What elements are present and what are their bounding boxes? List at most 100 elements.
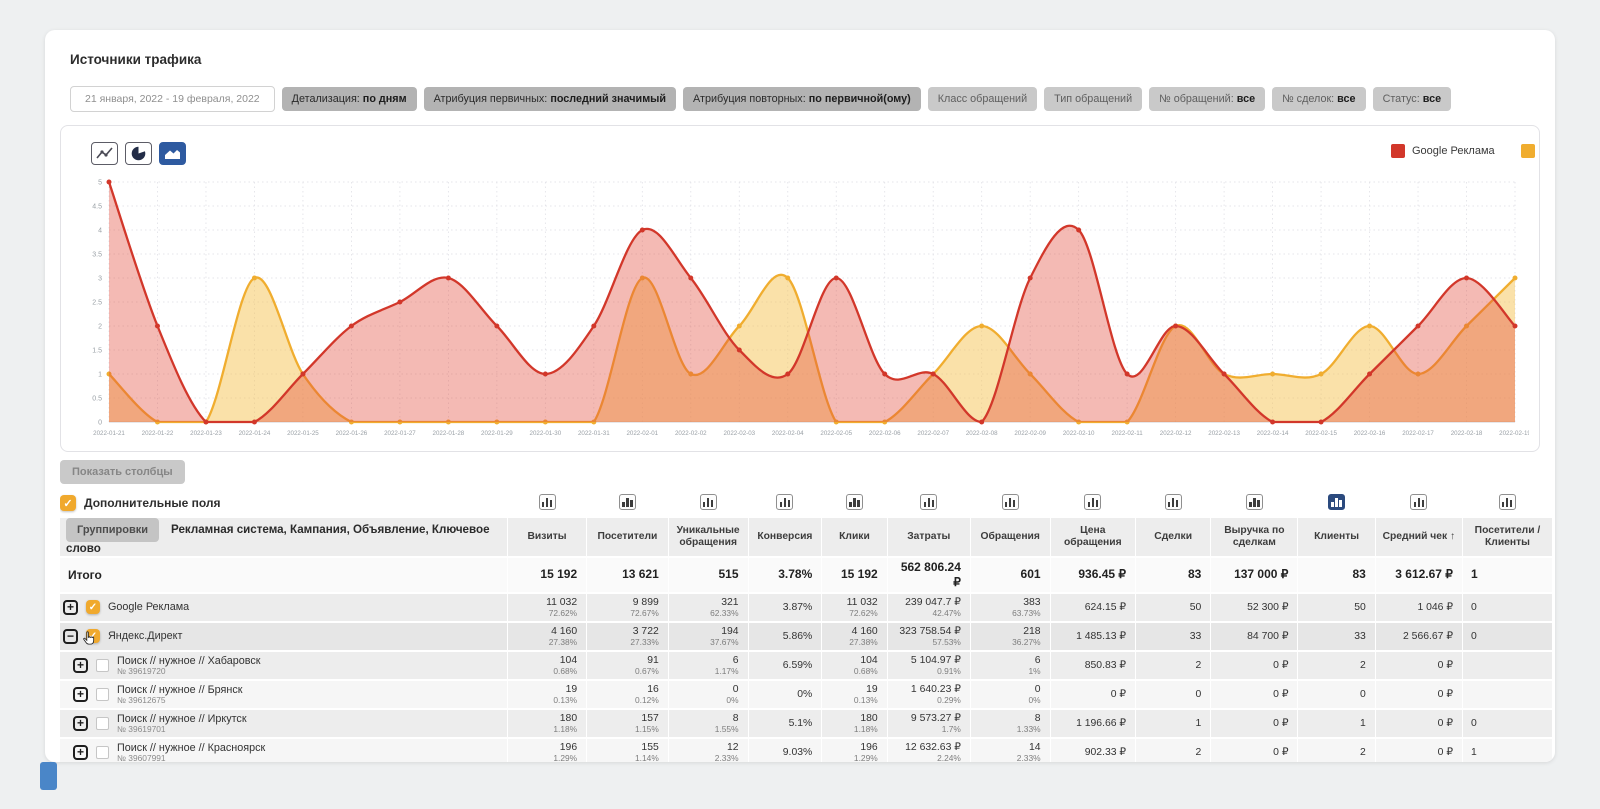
legend-item xyxy=(1521,144,1540,158)
legend-label: Google Реклама xyxy=(1412,145,1495,157)
pie-chart-icon[interactable] xyxy=(125,142,152,165)
column-header[interactable]: Посетители xyxy=(587,518,669,557)
area-chart-icon[interactable] xyxy=(159,142,186,165)
svg-text:2022-01-23: 2022-01-23 xyxy=(190,430,222,437)
svg-text:2: 2 xyxy=(98,324,102,331)
table-row[interactable]: +Поиск // нужное // Красноярск№ 39607991… xyxy=(60,738,1552,762)
column-chart-icon[interactable] xyxy=(846,494,863,510)
column-header[interactable]: Обращения xyxy=(970,518,1050,557)
column-chart-icon[interactable] xyxy=(920,494,937,510)
column-chart-icon[interactable] xyxy=(1165,494,1182,510)
column-header[interactable]: Визиты xyxy=(507,518,586,557)
svg-text:2022-01-22: 2022-01-22 xyxy=(142,430,174,437)
row-checkbox[interactable] xyxy=(96,659,109,672)
filter-button[interactable]: Статус: все xyxy=(1373,87,1452,111)
row-checkbox[interactable] xyxy=(96,688,109,701)
column-chart-icon[interactable] xyxy=(539,494,556,510)
svg-text:4.5: 4.5 xyxy=(92,204,102,211)
table-row[interactable]: +✓Google Реклама11 03272.62%9 89972.67%3… xyxy=(60,593,1552,622)
groupings-button[interactable]: Группировки xyxy=(66,518,159,542)
collapse-row-button[interactable]: − xyxy=(63,629,78,644)
svg-text:2022-01-25: 2022-01-25 xyxy=(287,430,319,437)
filter-button[interactable]: Тип обращений xyxy=(1044,87,1142,111)
table-row[interactable]: +Поиск // нужное // Иркутск№ 39619701180… xyxy=(60,709,1552,738)
expand-row-button[interactable]: + xyxy=(73,716,88,731)
row-checkbox[interactable] xyxy=(96,746,109,759)
filter-button[interactable]: Атрибуция первичных: последний значимый xyxy=(424,87,676,111)
column-chart-icon[interactable] xyxy=(1410,494,1427,510)
column-chart-icon[interactable] xyxy=(1002,494,1019,510)
table-row[interactable]: −✓Яндекс.Директ4 16027.38%3 72227.33%194… xyxy=(60,622,1552,651)
column-chart-icon[interactable] xyxy=(1084,494,1101,510)
column-chart-icon[interactable] xyxy=(776,494,793,510)
svg-text:2022-01-21: 2022-01-21 xyxy=(93,430,125,437)
table-row[interactable]: +Поиск // нужное // Брянск№ 39612675190.… xyxy=(60,680,1552,709)
svg-text:2022-02-15: 2022-02-15 xyxy=(1305,430,1337,437)
svg-text:3: 3 xyxy=(98,276,102,283)
svg-text:2022-01-29: 2022-01-29 xyxy=(481,430,513,437)
row-name: Поиск // нужное // Хабаровск№ 39619720 xyxy=(117,655,261,676)
additional-fields-label: Дополнительные поля xyxy=(84,496,221,510)
date-range-input[interactable]: 21 января, 2022 - 19 февраля, 2022 xyxy=(70,86,275,112)
svg-text:1.5: 1.5 xyxy=(92,348,102,355)
expand-row-button[interactable]: + xyxy=(73,687,88,702)
traffic-area-chart: 00.511.522.533.544.552022-01-212022-01-2… xyxy=(79,172,1529,449)
column-header[interactable]: Цена обращения xyxy=(1050,518,1135,557)
column-header[interactable]: Клики xyxy=(822,518,887,557)
svg-text:2022-02-11: 2022-02-11 xyxy=(1112,430,1144,437)
checkbox-checked-icon[interactable]: ✓ xyxy=(60,495,76,511)
filter-button[interactable]: Класс обращений xyxy=(928,87,1037,111)
svg-text:2022-02-07: 2022-02-07 xyxy=(917,430,949,437)
svg-text:2022-02-13: 2022-02-13 xyxy=(1208,430,1240,437)
svg-text:2022-01-28: 2022-01-28 xyxy=(433,430,465,437)
column-header[interactable]: Клиенты xyxy=(1298,518,1375,557)
svg-text:2.5: 2.5 xyxy=(92,300,102,307)
filter-button[interactable]: № обращений: все xyxy=(1149,87,1265,111)
svg-text:2022-02-17: 2022-02-17 xyxy=(1402,430,1434,437)
column-header[interactable]: Выручка по сделкам xyxy=(1211,518,1298,557)
column-chart-icon[interactable] xyxy=(1499,494,1516,510)
campaign-number: № 39607991 xyxy=(117,754,265,762)
svg-text:2022-02-02: 2022-02-02 xyxy=(675,430,707,437)
column-chart-icon[interactable] xyxy=(1328,494,1345,510)
row-name: Поиск // нужное // Брянск№ 39612675 xyxy=(117,684,243,705)
expand-row-button[interactable]: + xyxy=(63,600,78,615)
row-checkbox[interactable] xyxy=(96,717,109,730)
column-chart-icon[interactable] xyxy=(700,494,717,510)
svg-text:5: 5 xyxy=(98,180,102,187)
additional-fields-toggle[interactable]: ✓ Дополнительные поля xyxy=(60,495,507,511)
show-columns-button[interactable]: Показать столбцы xyxy=(60,460,185,484)
column-header[interactable]: Сделки xyxy=(1136,518,1211,557)
row-name: Яндекс.Директ xyxy=(108,630,182,642)
expand-row-button[interactable]: + xyxy=(73,658,88,673)
column-header[interactable]: Средний чек ↑ xyxy=(1375,518,1462,557)
column-chart-icon[interactable] xyxy=(619,494,636,510)
column-header[interactable]: Уникальные обращения xyxy=(668,518,748,557)
svg-text:4: 4 xyxy=(98,228,102,235)
column-chart-icon[interactable] xyxy=(1246,494,1263,510)
filter-button[interactable]: Детализация: по дням xyxy=(282,87,417,111)
chart-legend: Google Реклама xyxy=(1391,144,1540,158)
chart-type-toggles xyxy=(91,142,186,165)
svg-text:2022-02-08: 2022-02-08 xyxy=(966,430,998,437)
svg-text:0.5: 0.5 xyxy=(92,396,102,403)
line-chart-icon[interactable] xyxy=(91,142,118,165)
row-name: Google Реклама xyxy=(108,601,189,613)
legend-item: Google Реклама xyxy=(1391,144,1495,158)
svg-text:2022-02-03: 2022-02-03 xyxy=(723,430,755,437)
svg-text:2022-02-18: 2022-02-18 xyxy=(1451,430,1483,437)
column-header[interactable]: Затраты xyxy=(887,518,970,557)
row-checkbox-checked[interactable]: ✓ xyxy=(86,600,100,614)
svg-text:2022-02-01: 2022-02-01 xyxy=(626,430,658,437)
filter-button[interactable]: № сделок: все xyxy=(1272,87,1365,111)
page-title: Источники трафика xyxy=(70,52,201,67)
filter-button[interactable]: Атрибуция повторных: по первичной(ому) xyxy=(683,87,921,111)
table-row[interactable]: +Поиск // нужное // Хабаровск№ 396197201… xyxy=(60,651,1552,680)
svg-text:2022-02-05: 2022-02-05 xyxy=(820,430,852,437)
column-header[interactable]: Конверсия xyxy=(748,518,822,557)
filter-buttons: Детализация: по дням Атрибуция первичных:… xyxy=(282,87,1451,111)
column-header[interactable]: Посетители / Клиенты xyxy=(1462,518,1552,557)
svg-text:2022-02-14: 2022-02-14 xyxy=(1257,430,1289,437)
expand-row-button[interactable]: + xyxy=(73,745,88,760)
chat-widget-fragment[interactable] xyxy=(40,762,57,790)
